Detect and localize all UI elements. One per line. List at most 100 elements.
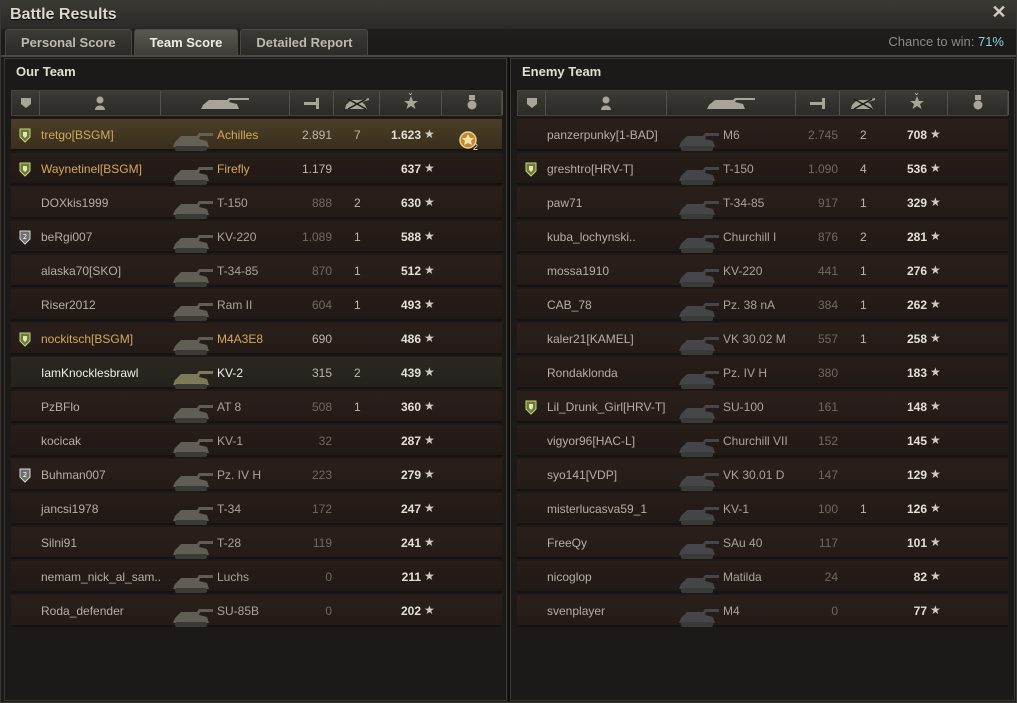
tank-icon	[675, 162, 721, 188]
tank-icon	[169, 230, 215, 256]
tab-detailed-report[interactable]: Detailed Report	[240, 29, 369, 55]
player-row[interactable]: greshtro[HRV-T] T-150 1.090 4 536 ★	[517, 153, 1008, 185]
player-row[interactable]: Riser2012 Ram II 604 1 493 ★	[11, 289, 502, 321]
tank-name: SAu 40	[723, 536, 763, 550]
tank-icon	[675, 298, 721, 324]
player-name: paw71	[547, 196, 583, 210]
damage-column-icon	[808, 96, 828, 110]
player-row[interactable]: FreeQy SAu 40 117 101 ★	[517, 527, 1008, 559]
tank-icon	[169, 298, 215, 324]
kills-column-header[interactable]	[840, 91, 886, 115]
kills-value: 2	[860, 128, 867, 142]
player-row[interactable]: 2 Buhman007 Pz. IV H 223 279 ★	[11, 459, 502, 491]
vehicle-column-header[interactable]	[667, 91, 796, 115]
tank-name: Achilles	[217, 128, 259, 142]
tank-icon	[675, 502, 721, 528]
kills-value: 1	[860, 264, 867, 278]
player-name: Roda_defender	[41, 604, 124, 618]
star-icon: ★	[424, 365, 435, 379]
tank-name: Churchill I	[723, 230, 777, 244]
player-name: IamKnocklesbrawl	[41, 366, 139, 380]
squad-column-icon	[526, 97, 538, 109]
player-row[interactable]: syo141[VDP] VK 30.01 D 147 129 ★	[517, 459, 1008, 491]
tab-personal-score[interactable]: Personal Score	[5, 29, 132, 55]
player-row[interactable]: nemam_nick_al_sam.. Luchs 0 211 ★	[11, 561, 502, 593]
damage-value: 0	[325, 570, 332, 584]
player-row[interactable]: panzerpunky[1-BAD] M6 2.745 2 708 ★	[517, 119, 1008, 151]
player-row[interactable]: CAB_78 Pz. 38 nA 384 1 262 ★	[517, 289, 1008, 321]
close-icon[interactable]: ✕	[990, 3, 1008, 21]
tank-name: Pz. IV H	[723, 366, 768, 380]
star-icon: ★	[424, 297, 435, 311]
player-row[interactable]: paw71 T-34-85 917 1 329 ★	[517, 187, 1008, 219]
player-row[interactable]: tretgo[BSGM] Achilles 2.891 7 1.623 ★ 2	[11, 119, 502, 154]
experience-column-header[interactable]: ⌄	[380, 88, 442, 115]
player-row[interactable]: IamKnocklesbrawl KV-2 315 2 439 ★	[11, 357, 502, 389]
experience-value: 637	[400, 162, 421, 176]
vehicle-column-header[interactable]	[161, 91, 290, 115]
player-row[interactable]: vigyor96[HAC-L] Churchill VII 152 145 ★	[517, 425, 1008, 457]
damage-value: 223	[311, 468, 332, 482]
tab-team-score[interactable]: Team Score	[133, 29, 239, 55]
damage-value: 888	[311, 196, 332, 210]
experience-value: 536	[906, 162, 927, 176]
player-row[interactable]: jancsi1978 T-34 172 247 ★	[11, 493, 502, 525]
experience-value: 211	[401, 570, 421, 584]
tank-icon	[169, 332, 215, 358]
experience-value: 493	[400, 298, 421, 312]
player-row[interactable]: Lil_Drunk_Girl[HRV-T] SU-100 161 148 ★	[517, 391, 1008, 423]
star-icon: ★	[930, 535, 941, 549]
experience-value: 329	[906, 196, 927, 210]
damage-value: 315	[311, 366, 332, 380]
experience-column-header[interactable]: ⌄	[886, 88, 948, 115]
squad-column-header[interactable]	[518, 91, 546, 115]
player-row[interactable]: mossa1910 KV-220 441 1 276 ★	[517, 255, 1008, 287]
tank-icon	[169, 604, 215, 630]
player-row[interactable]: Rondaklonda Pz. IV H 380 183 ★	[517, 357, 1008, 389]
tank-name: KV-220	[723, 264, 763, 278]
player-row[interactable]: Waynetinel[BSGM] Firefly 1.179 637 ★	[11, 153, 502, 185]
squad-badge-icon: 2	[19, 468, 31, 483]
tank-name: M6	[723, 128, 740, 142]
player-row[interactable]: svenplayer M4 0 77 ★	[517, 595, 1008, 627]
player-column-icon	[94, 96, 106, 110]
our-team-title: Our Team	[16, 64, 76, 79]
kills-column-header[interactable]	[334, 91, 380, 115]
player-name: greshtro[HRV-T]	[547, 162, 634, 176]
star-icon: ★	[930, 127, 941, 141]
player-row[interactable]: nicoglop Matilda 24 82 ★	[517, 561, 1008, 593]
player-column-header[interactable]	[40, 91, 161, 115]
medals-column-header[interactable]	[442, 91, 503, 115]
player-row[interactable]: kuba_lochynski.. Churchill I 876 2 281 ★	[517, 221, 1008, 253]
player-column-header[interactable]	[546, 91, 667, 115]
player-row[interactable]: 2 beRgi007 KV-220 1.089 1 588 ★	[11, 221, 502, 253]
squad-column-header[interactable]	[12, 91, 40, 115]
star-icon: ★	[424, 195, 435, 209]
player-row[interactable]: DOXkis1999 T-150 888 2 630 ★	[11, 187, 502, 219]
damage-value: 100	[817, 502, 838, 516]
experience-value: 630	[400, 196, 421, 210]
vehicle-column-icon	[199, 95, 251, 111]
player-row[interactable]: PzBFlo AT 8 508 1 360 ★	[11, 391, 502, 423]
player-name: nemam_nick_al_sam..	[41, 570, 162, 584]
player-name: alaska70[SKO]	[41, 264, 122, 278]
damage-value: 24	[824, 570, 838, 584]
player-row[interactable]: Silni91 T-28 119 241 ★	[11, 527, 502, 559]
tank-icon	[675, 128, 721, 154]
experience-value: 202	[400, 604, 421, 618]
damage-column-header[interactable]	[290, 91, 334, 115]
damage-column-header[interactable]	[796, 91, 840, 115]
tank-icon	[169, 468, 215, 494]
player-row[interactable]: alaska70[SKO] T-34-85 870 1 512 ★	[11, 255, 502, 287]
player-row[interactable]: kaler21[KAMEL] VK 30.02 M 557 1 258 ★	[517, 323, 1008, 355]
medal-icon[interactable]: 2	[457, 128, 483, 154]
player-row[interactable]: misterlucasva59_1 KV-1 100 1 126 ★	[517, 493, 1008, 525]
player-name: Rondaklonda	[547, 366, 618, 380]
player-row[interactable]: kocicak KV-1 32 287 ★	[11, 425, 502, 457]
player-row[interactable]: Roda_defender SU-85B 0 202 ★	[11, 595, 502, 627]
tank-icon	[675, 400, 721, 426]
player-row[interactable]: nockitsch[BSGM] M4A3E8 690 486 ★	[11, 323, 502, 355]
player-name: beRgi007	[41, 230, 93, 244]
kills-value: 1	[354, 400, 361, 414]
medals-column-header[interactable]	[948, 91, 1009, 115]
